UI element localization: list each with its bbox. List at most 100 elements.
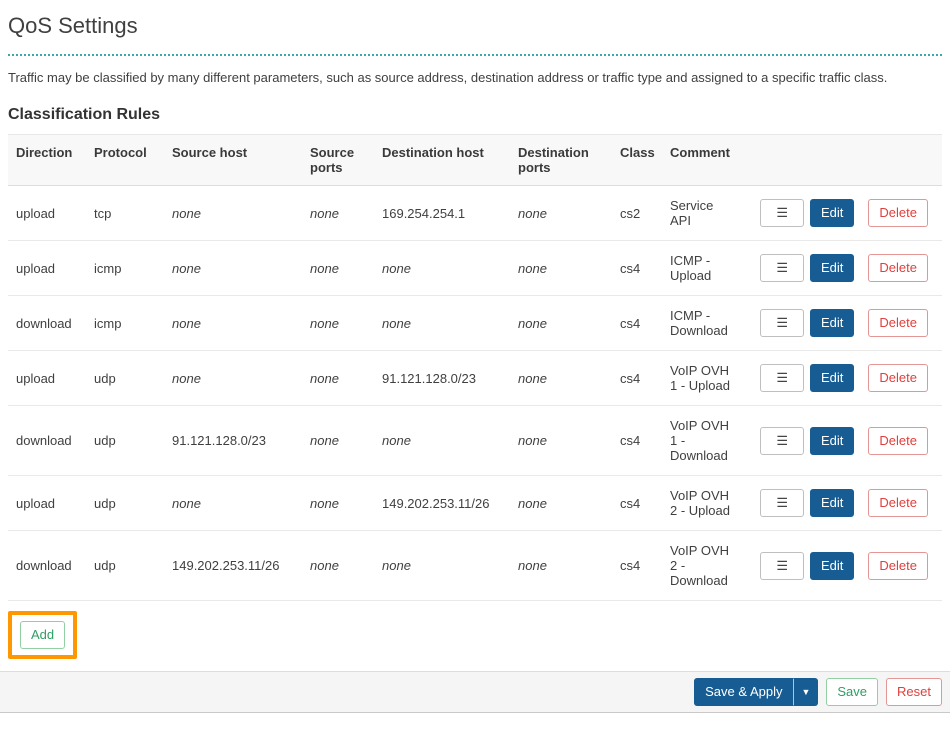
table-row: downloadudp149.202.253.11/26nonenonenone… <box>8 531 942 601</box>
cell-actions: ☰Edit Delete <box>744 186 942 241</box>
cell-comment: VoIP OVH 1 - Upload <box>662 351 744 406</box>
delete-button[interactable]: Delete <box>868 309 928 337</box>
cell-class: cs4 <box>612 241 662 296</box>
reset-button[interactable]: Reset <box>886 678 942 706</box>
cell-direction: upload <box>8 241 86 296</box>
cell-actions: ☰Edit Delete <box>744 476 942 531</box>
delete-button[interactable]: Delete <box>868 364 928 392</box>
sort-handle-button[interactable]: ☰ <box>760 199 804 227</box>
cell-destination-ports: none <box>510 531 612 601</box>
cell-protocol: udp <box>86 476 164 531</box>
cell-protocol: icmp <box>86 241 164 296</box>
rules-body: uploadtcpnonenone169.254.254.1nonecs2Ser… <box>8 186 942 601</box>
delete-button[interactable]: Delete <box>868 199 928 227</box>
cell-destination-host: 149.202.253.11/26 <box>374 476 510 531</box>
sort-handle-button[interactable]: ☰ <box>760 254 804 282</box>
cell-protocol: udp <box>86 531 164 601</box>
cell-actions: ☰Edit Delete <box>744 351 942 406</box>
sort-handle-button[interactable]: ☰ <box>760 489 804 517</box>
cell-comment: Service API <box>662 186 744 241</box>
delete-button[interactable]: Delete <box>868 489 928 517</box>
cell-direction: upload <box>8 186 86 241</box>
delete-button[interactable]: Delete <box>868 552 928 580</box>
header-source-host: Source host <box>164 135 302 186</box>
cell-destination-ports: none <box>510 241 612 296</box>
edit-button[interactable]: Edit <box>810 199 854 227</box>
cell-comment: VoIP OVH 1 - Download <box>662 406 744 476</box>
cell-class: cs4 <box>612 531 662 601</box>
save-button[interactable]: Save <box>826 678 878 706</box>
classification-rules-table: Direction Protocol Source host Source po… <box>8 134 942 601</box>
table-row: uploadtcpnonenone169.254.254.1nonecs2Ser… <box>8 186 942 241</box>
cell-direction: download <box>8 406 86 476</box>
sort-handle-button[interactable]: ☰ <box>760 309 804 337</box>
cell-class: cs4 <box>612 406 662 476</box>
cell-source-host: none <box>164 351 302 406</box>
header-direction: Direction <box>8 135 86 186</box>
add-section: Add <box>8 611 942 659</box>
cell-destination-ports: none <box>510 186 612 241</box>
cell-destination-ports: none <box>510 406 612 476</box>
action-bar: Save & Apply ▼ Save Reset <box>0 671 950 713</box>
cell-comment: VoIP OVH 2 - Download <box>662 531 744 601</box>
cell-protocol: udp <box>86 406 164 476</box>
caret-down-icon: ▼ <box>801 687 810 697</box>
delete-button[interactable]: Delete <box>868 427 928 455</box>
edit-button[interactable]: Edit <box>810 552 854 580</box>
sort-handle-button[interactable]: ☰ <box>760 364 804 392</box>
save-apply-button[interactable]: Save & Apply <box>694 678 793 706</box>
cell-source-ports: none <box>302 406 374 476</box>
page-description: Traffic may be classified by many differ… <box>8 68 942 88</box>
table-header-row: Direction Protocol Source host Source po… <box>8 135 942 186</box>
cell-destination-ports: none <box>510 476 612 531</box>
edit-button[interactable]: Edit <box>810 309 854 337</box>
cell-source-ports: none <box>302 476 374 531</box>
cell-comment: ICMP - Download <box>662 296 744 351</box>
header-destination-ports: Destination ports <box>510 135 612 186</box>
cell-source-ports: none <box>302 241 374 296</box>
delete-button[interactable]: Delete <box>868 254 928 282</box>
cell-direction: download <box>8 296 86 351</box>
sort-handle-button[interactable]: ☰ <box>760 427 804 455</box>
title-divider <box>8 54 942 56</box>
section-title-classification-rules: Classification Rules <box>8 106 942 124</box>
edit-button[interactable]: Edit <box>810 427 854 455</box>
cell-destination-host: 91.121.128.0/23 <box>374 351 510 406</box>
cell-direction: upload <box>8 351 86 406</box>
cell-comment: ICMP - Upload <box>662 241 744 296</box>
cell-comment: VoIP OVH 2 - Upload <box>662 476 744 531</box>
qos-settings-page: QoS Settings Traffic may be classified b… <box>0 0 950 659</box>
edit-button[interactable]: Edit <box>810 489 854 517</box>
header-destination-host: Destination host <box>374 135 510 186</box>
cell-protocol: icmp <box>86 296 164 351</box>
cell-actions: ☰Edit Delete <box>744 531 942 601</box>
table-row: uploadicmpnonenonenonenonecs4ICMP - Uplo… <box>8 241 942 296</box>
edit-button[interactable]: Edit <box>810 254 854 282</box>
cell-destination-ports: none <box>510 351 612 406</box>
cell-destination-host: none <box>374 406 510 476</box>
cell-destination-host: none <box>374 296 510 351</box>
highlight-box: Add <box>8 611 77 659</box>
cell-class: cs4 <box>612 351 662 406</box>
cell-source-host: 91.121.128.0/23 <box>164 406 302 476</box>
cell-actions: ☰Edit Delete <box>744 241 942 296</box>
cell-source-host: none <box>164 186 302 241</box>
cell-source-host: none <box>164 241 302 296</box>
cell-class: cs4 <box>612 476 662 531</box>
cell-destination-host: none <box>374 241 510 296</box>
cell-protocol: udp <box>86 351 164 406</box>
cell-source-host: none <box>164 296 302 351</box>
sort-handle-button[interactable]: ☰ <box>760 552 804 580</box>
add-button[interactable]: Add <box>20 621 65 649</box>
cell-actions: ☰Edit Delete <box>744 296 942 351</box>
cell-class: cs4 <box>612 296 662 351</box>
table-row: uploadudpnonenone149.202.253.11/26nonecs… <box>8 476 942 531</box>
edit-button[interactable]: Edit <box>810 364 854 392</box>
save-apply-dropdown-button[interactable]: ▼ <box>793 678 818 706</box>
page-title: QoS Settings <box>8 0 942 39</box>
cell-protocol: tcp <box>86 186 164 241</box>
cell-source-host: 149.202.253.11/26 <box>164 531 302 601</box>
header-source-ports: Source ports <box>302 135 374 186</box>
header-actions <box>744 135 942 186</box>
table-row: downloadudp91.121.128.0/23nonenonenonecs… <box>8 406 942 476</box>
